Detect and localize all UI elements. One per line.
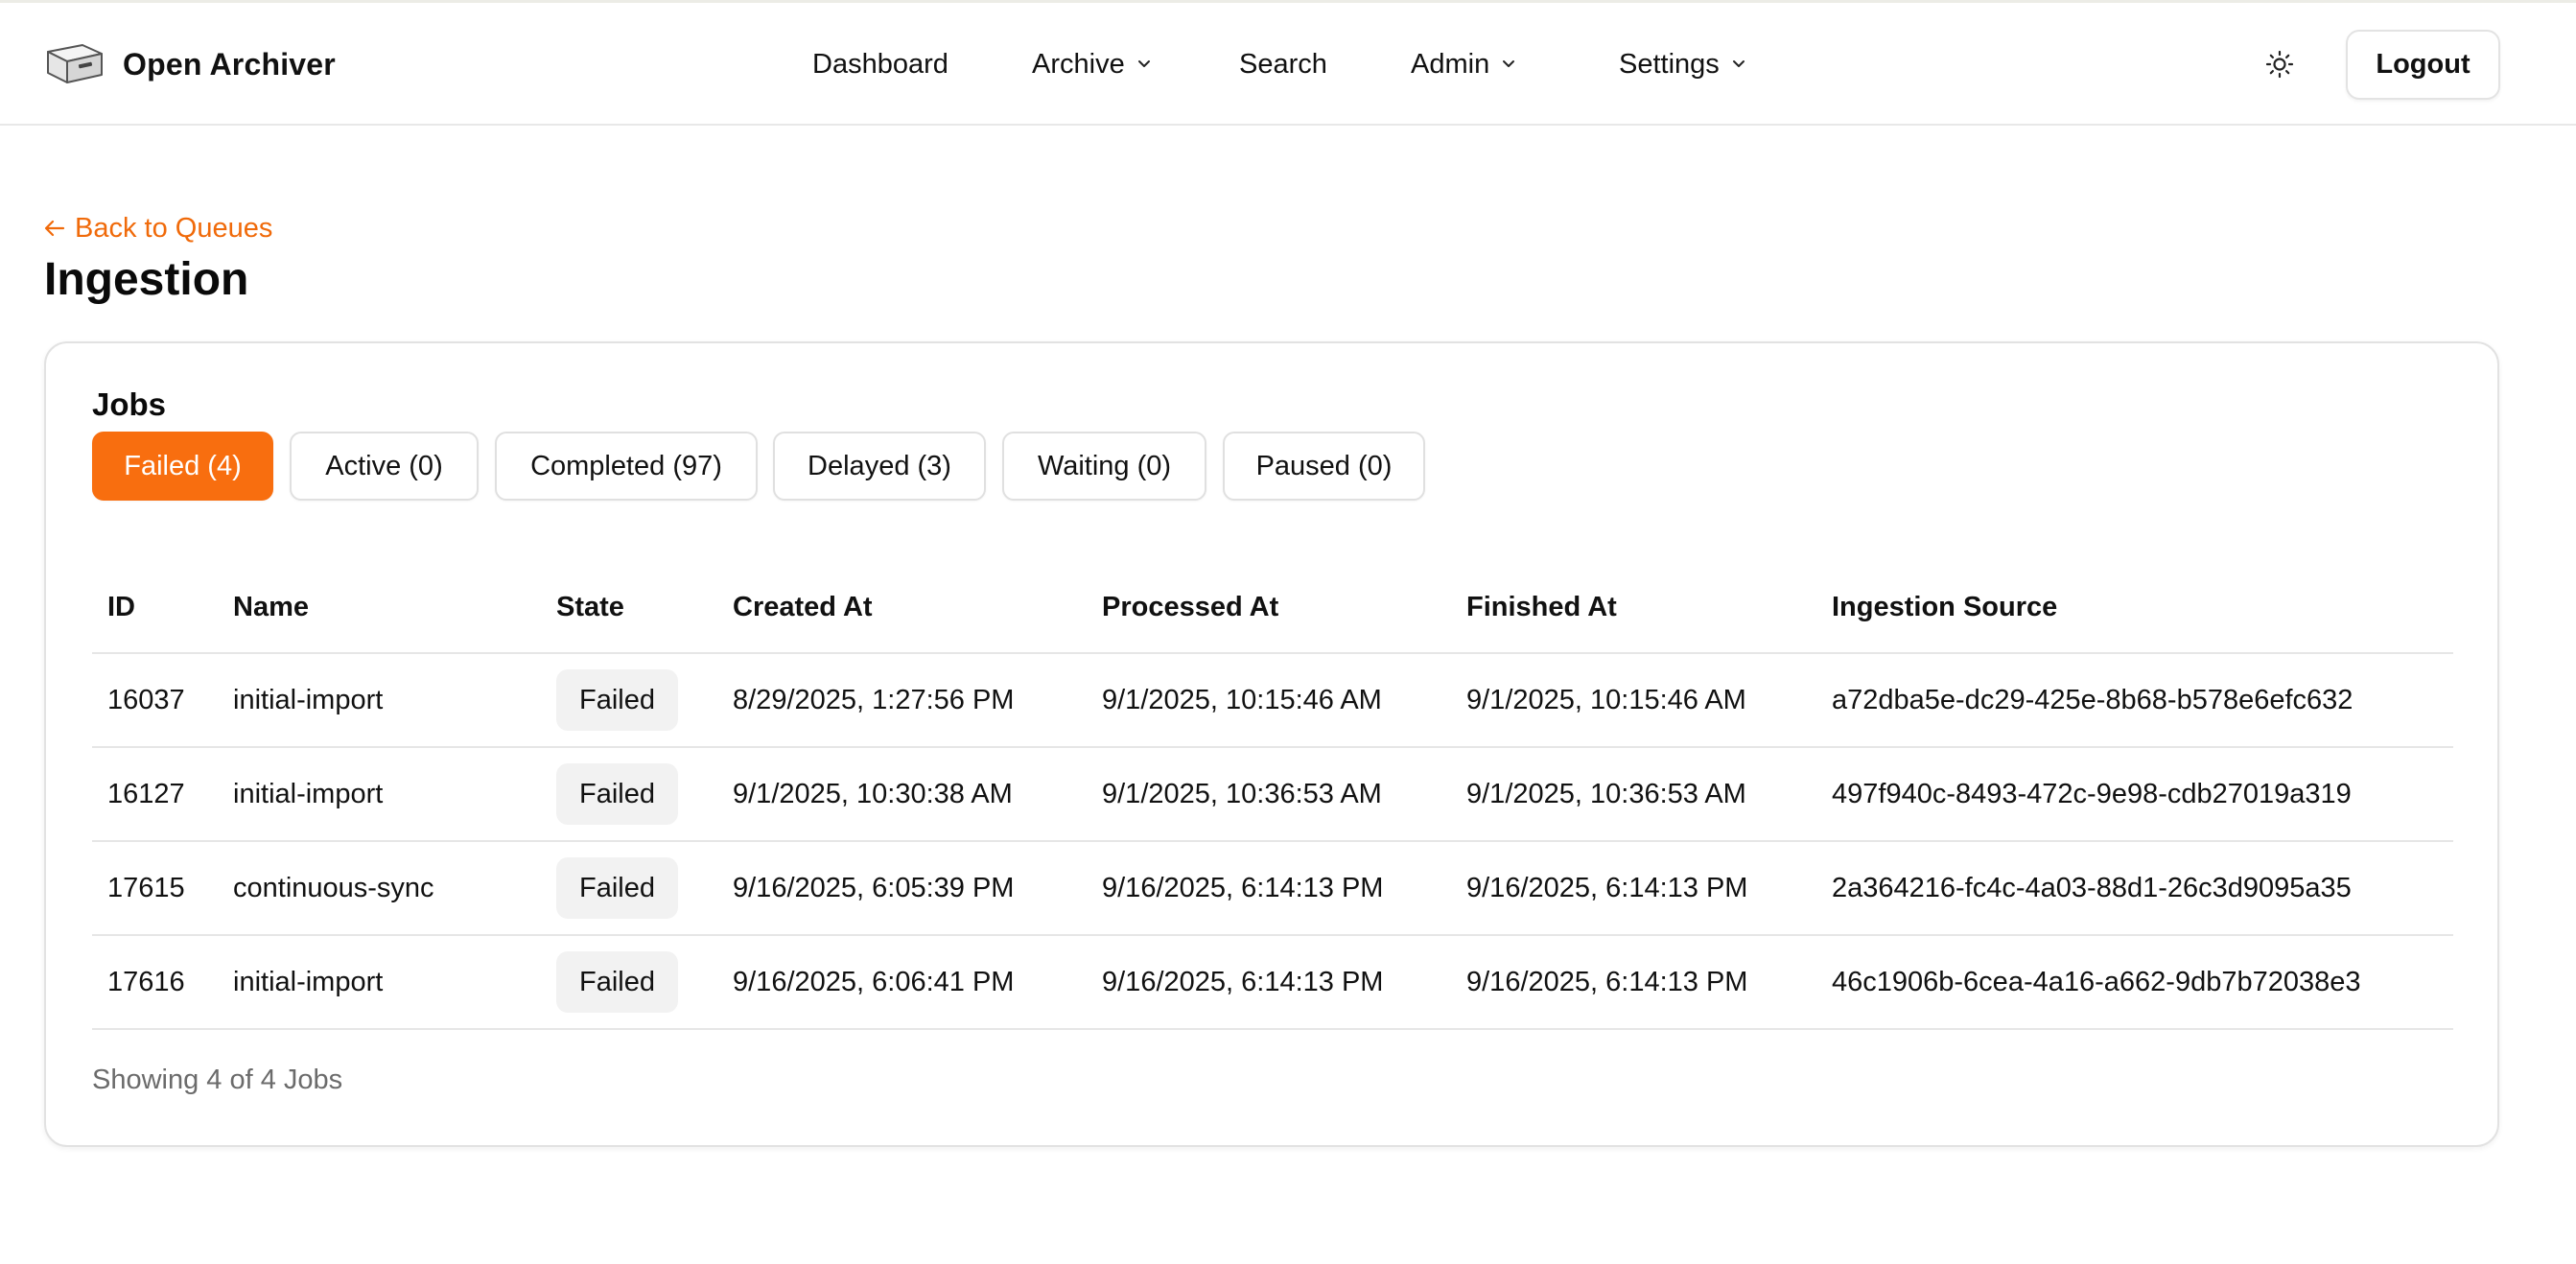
cell-ingestion-source: 2a364216-fc4c-4a03-88d1-26c3d9095a35 xyxy=(1832,872,2352,903)
table-row[interactable]: 16127 initial-import Failed 9/1/2025, 10… xyxy=(92,748,2453,842)
app-name: Open Archiver xyxy=(123,46,336,82)
brand[interactable]: Open Archiver xyxy=(44,39,336,89)
cell-name: initial-import xyxy=(233,684,384,715)
status-badge: Failed xyxy=(556,763,678,825)
jobs-title: Jobs xyxy=(92,386,167,422)
nav-search-label: Search xyxy=(1239,48,1327,80)
sun-icon xyxy=(2265,50,2294,79)
cell-name: continuous-sync xyxy=(233,872,434,903)
status-badge: Failed xyxy=(556,669,678,731)
table-row[interactable]: 17616 initial-import Failed 9/16/2025, 6… xyxy=(92,936,2453,1030)
column-header-id: ID xyxy=(107,591,135,622)
column-header-finished-at: Finished At xyxy=(1466,591,1617,622)
jobs-card: Jobs Failed (4) Active (0) Completed (97… xyxy=(44,341,2499,1147)
archive-box-icon xyxy=(47,44,103,83)
column-header-created-at: Created At xyxy=(733,591,873,622)
nav-archive-label: Archive xyxy=(1032,48,1125,80)
cell-created-at: 8/29/2025, 1:27:56 PM xyxy=(733,684,1015,715)
cell-id: 17616 xyxy=(107,966,185,997)
table-row[interactable]: 17615 continuous-sync Failed 9/16/2025, … xyxy=(92,842,2453,936)
tab-failed[interactable]: Failed (4) xyxy=(92,432,273,501)
cell-processed-at: 9/1/2025, 10:36:53 AM xyxy=(1102,778,1382,809)
cell-id: 16037 xyxy=(107,684,185,715)
cell-state: Failed xyxy=(556,654,678,746)
cell-processed-at: 9/16/2025, 6:14:13 PM xyxy=(1102,966,1384,997)
nav-admin[interactable]: Admin xyxy=(1411,45,1516,83)
tab-active[interactable]: Active (0) xyxy=(290,432,479,501)
cell-state: Failed xyxy=(556,842,678,934)
cell-finished-at: 9/1/2025, 10:36:53 AM xyxy=(1466,778,1746,809)
column-header-name: Name xyxy=(233,591,309,622)
tab-waiting[interactable]: Waiting (0) xyxy=(1002,432,1206,501)
cell-state: Failed xyxy=(556,936,678,1028)
page-title: Ingestion xyxy=(44,254,249,305)
cell-finished-at: 9/16/2025, 6:14:13 PM xyxy=(1466,872,1748,903)
back-to-queues-link[interactable]: Back to Queues xyxy=(44,209,272,247)
cell-name: initial-import xyxy=(233,966,384,997)
status-badge: Failed xyxy=(556,857,678,919)
nav-archive[interactable]: Archive xyxy=(1032,45,1152,83)
cell-state: Failed xyxy=(556,748,678,840)
cell-name: initial-import xyxy=(233,778,384,809)
nav-search[interactable]: Search xyxy=(1239,45,1327,83)
cell-created-at: 9/16/2025, 6:06:41 PM xyxy=(733,966,1015,997)
cell-id: 17615 xyxy=(107,872,185,903)
table-row[interactable]: 16037 initial-import Failed 8/29/2025, 1… xyxy=(92,654,2453,748)
cell-finished-at: 9/16/2025, 6:14:13 PM xyxy=(1466,966,1748,997)
theme-toggle-button[interactable] xyxy=(2260,45,2299,83)
chevron-down-icon xyxy=(1137,60,1150,67)
nav-dashboard-label: Dashboard xyxy=(812,48,948,80)
column-header-processed-at: Processed At xyxy=(1102,591,1279,622)
chevron-down-icon xyxy=(1503,60,1515,67)
cell-created-at: 9/1/2025, 10:30:38 AM xyxy=(733,778,1013,809)
table-header: ID Name State Created At Processed At Fi… xyxy=(92,562,2453,654)
jobs-count-footer: Showing 4 of 4 Jobs xyxy=(92,1065,343,1095)
cell-processed-at: 9/16/2025, 6:14:13 PM xyxy=(1102,872,1384,903)
cell-id: 16127 xyxy=(107,778,185,809)
cell-finished-at: 9/1/2025, 10:15:46 AM xyxy=(1466,684,1746,715)
nav-settings-label: Settings xyxy=(1619,48,1720,80)
logout-button[interactable]: Logout xyxy=(2346,30,2500,100)
cell-ingestion-source: a72dba5e-dc29-425e-8b68-b578e6efc632 xyxy=(1832,684,2354,715)
chevron-down-icon xyxy=(1732,60,1745,67)
cell-created-at: 9/16/2025, 6:05:39 PM xyxy=(733,872,1015,903)
cell-processed-at: 9/1/2025, 10:15:46 AM xyxy=(1102,684,1382,715)
tab-completed[interactable]: Completed (97) xyxy=(495,432,758,501)
column-header-state: State xyxy=(556,591,624,622)
column-header-ingestion-source: Ingestion Source xyxy=(1832,591,2058,622)
status-badge: Failed xyxy=(556,951,678,1013)
nav-dashboard[interactable]: Dashboard xyxy=(812,45,948,83)
arrow-left-icon xyxy=(44,220,65,237)
nav-admin-label: Admin xyxy=(1411,48,1490,80)
cell-ingestion-source: 497f940c-8493-472c-9e98-cdb27019a319 xyxy=(1832,778,2352,809)
jobs-table: ID Name State Created At Processed At Fi… xyxy=(92,562,2453,1030)
top-navbar: Open Archiver Dashboard Archive Search A… xyxy=(0,3,2576,126)
tab-paused[interactable]: Paused (0) xyxy=(1223,432,1425,501)
tab-delayed[interactable]: Delayed (3) xyxy=(773,432,986,501)
back-link-label: Back to Queues xyxy=(75,212,273,244)
nav-settings[interactable]: Settings xyxy=(1619,45,1746,83)
cell-ingestion-source: 46c1906b-6cea-4a16-a662-9db7b72038e3 xyxy=(1832,966,2361,997)
